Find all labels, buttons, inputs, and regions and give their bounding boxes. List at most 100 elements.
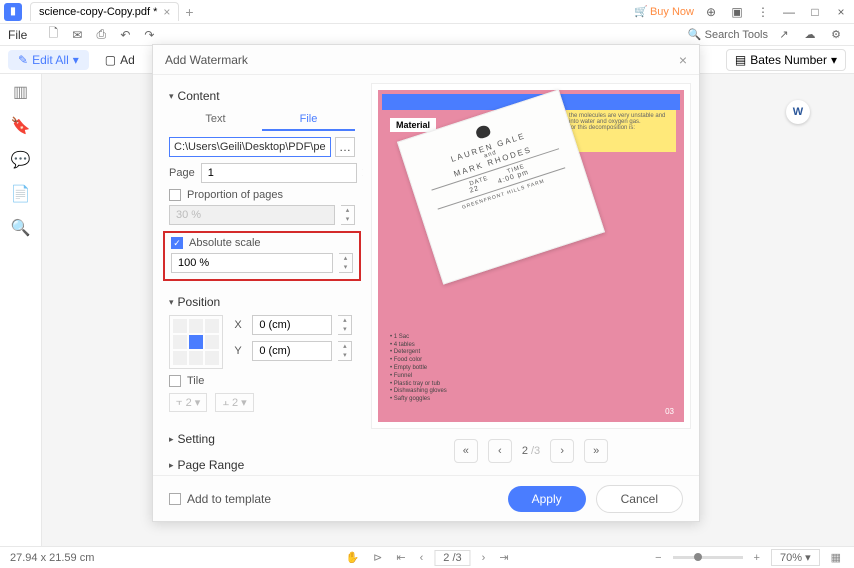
y-label: Y <box>234 345 246 357</box>
select-tool-icon[interactable]: ⊳ <box>370 551 385 564</box>
caret-right-icon: ▸ <box>169 460 174 471</box>
file-menu[interactable]: File <box>8 28 27 42</box>
caret-down-icon: ▾ <box>169 91 174 102</box>
proportion-spinner: ▴▾ <box>341 205 355 225</box>
setting-section-header[interactable]: ▸Setting <box>169 426 355 452</box>
add-watermark-dialog: Add Watermark × ▾Content Text File … Pag… <box>152 44 700 522</box>
proportion-input <box>169 205 335 225</box>
proportion-label: Proportion of pages <box>187 189 283 201</box>
share-icon[interactable]: ↗ <box>774 25 794 45</box>
minimize-button[interactable]: — <box>780 3 798 21</box>
pager-last-button[interactable]: » <box>584 439 608 463</box>
absolute-scale-spinner[interactable]: ▴▾ <box>339 253 353 273</box>
preview-page-number: 03 <box>665 407 674 416</box>
gift-icon[interactable]: ⊕ <box>702 3 720 21</box>
dialog-form-panel: ▾Content Text File … Page ▴▾ Proportion … <box>153 75 363 475</box>
caret-right-icon: ▸ <box>169 434 174 445</box>
y-spinner[interactable]: ▴▾ <box>338 341 352 361</box>
dialog-footer: Add to template Apply Cancel <box>153 475 699 521</box>
pager-first-button[interactable]: « <box>454 439 478 463</box>
save-icon[interactable]: 🗋 <box>43 25 63 45</box>
undo-icon[interactable]: ↶ <box>115 25 135 45</box>
search-tools[interactable]: 🔍 Search Tools <box>688 28 768 41</box>
edit-all-button[interactable]: ✎ Edit All ▾ <box>8 50 89 70</box>
add-template-checkbox[interactable] <box>169 493 181 505</box>
preview-note: the molecules are very unstable andinto … <box>566 110 676 152</box>
page-label: Page <box>169 167 195 179</box>
print-icon[interactable]: ⎙ <box>91 25 111 45</box>
bookmark-icon[interactable]: 🔖 <box>11 116 31 136</box>
pager-total: /3 <box>531 445 540 457</box>
add-template-label: Add to template <box>187 492 271 506</box>
dialog-header: Add Watermark × <box>153 45 699 75</box>
absolute-scale-highlight: ✓ Absolute scale ▴▾ <box>163 231 361 281</box>
proportion-checkbox[interactable] <box>169 189 181 201</box>
add-tab-button[interactable]: + <box>185 4 193 20</box>
y-input[interactable] <box>252 341 332 361</box>
maximize-button[interactable]: □ <box>806 3 824 21</box>
menubar: File 🗋 ✉ ⎙ ↶ ↷ 🔍 Search Tools ↗ ☁ ⚙ <box>0 24 854 46</box>
add-button[interactable]: ▢ Ad <box>97 50 143 70</box>
cancel-button[interactable]: Cancel <box>596 485 683 513</box>
watermark-preview: the molecules are very unstable andinto … <box>371 83 691 429</box>
titlebar: ▮ science-copy-Copy.pdf * × + 🛒 Buy Now … <box>0 0 854 24</box>
buy-now-label: Buy Now <box>650 6 694 18</box>
position-grid[interactable] <box>169 315 223 369</box>
next-page-icon[interactable]: › <box>479 552 489 564</box>
position-section-header[interactable]: ▾Position <box>169 289 355 315</box>
close-button[interactable]: × <box>832 3 850 21</box>
x-input[interactable] <box>252 315 332 335</box>
attachment-icon[interactable]: 📄 <box>11 184 31 204</box>
fit-page-icon[interactable]: ▦ <box>828 551 844 564</box>
absolute-scale-label: Absolute scale <box>189 237 261 249</box>
preview-list: • 1 Sac • 4 tables • Detergent • Food co… <box>390 334 447 404</box>
page-input[interactable] <box>201 163 357 183</box>
statusbar: 27.94 x 21.59 cm ✋ ⊳ ⇤ ‹ 2 /3 › ⇥ − + 70… <box>0 546 854 568</box>
page-range-section-header[interactable]: ▸Page Range <box>169 452 355 475</box>
position-center[interactable] <box>189 335 203 349</box>
preview-materials-label: Material <box>390 118 436 132</box>
close-icon[interactable]: × <box>163 5 170 19</box>
hand-tool-icon[interactable]: ✋ <box>342 551 362 564</box>
dialog-close-icon[interactable]: × <box>679 52 687 68</box>
tab-title: science-copy-Copy.pdf * <box>39 6 157 18</box>
settings-icon[interactable]: ⚙ <box>826 25 846 45</box>
zoom-in-icon[interactable]: + <box>751 552 763 564</box>
prev-page-icon[interactable]: ‹ <box>417 552 427 564</box>
absolute-scale-input[interactable] <box>171 253 333 273</box>
absolute-scale-checkbox[interactable]: ✓ <box>171 237 183 249</box>
content-section-header[interactable]: ▾Content <box>169 83 355 109</box>
tile-checkbox[interactable] <box>169 375 181 387</box>
account-icon[interactable]: ▣ <box>728 3 746 21</box>
x-label: X <box>234 319 246 331</box>
zoom-level[interactable]: 70% ▾ <box>771 549 820 566</box>
tile-label: Tile <box>187 375 204 387</box>
redo-icon[interactable]: ↷ <box>139 25 159 45</box>
search-icon[interactable]: 🔍 <box>11 218 31 238</box>
x-spinner[interactable]: ▴▾ <box>338 315 352 335</box>
first-page-icon[interactable]: ⇤ <box>393 551 408 564</box>
tab-text[interactable]: Text <box>169 109 262 131</box>
apply-button[interactable]: Apply <box>508 486 586 512</box>
thumbnails-icon[interactable]: ▥ <box>11 82 31 102</box>
comment-icon[interactable]: 💬 <box>11 150 31 170</box>
cloud-icon[interactable]: ☁ <box>800 25 820 45</box>
document-tab[interactable]: science-copy-Copy.pdf * × <box>30 2 179 21</box>
dialog-title: Add Watermark <box>165 53 248 67</box>
pager-next-button[interactable]: › <box>550 439 574 463</box>
zoom-slider[interactable] <box>673 556 743 559</box>
pager-prev-button[interactable]: ‹ <box>488 439 512 463</box>
more-icon[interactable]: ⋮ <box>754 3 772 21</box>
app-icon: ▮ <box>4 3 22 21</box>
file-path-input[interactable] <box>169 137 331 157</box>
mail-icon[interactable]: ✉ <box>67 25 87 45</box>
last-page-icon[interactable]: ⇥ <box>496 551 511 564</box>
buy-now-link[interactable]: 🛒 Buy Now <box>634 5 694 18</box>
preview-pager: « ‹ 2 /3 › » <box>371 429 691 467</box>
page-indicator[interactable]: 2 /3 <box>434 550 470 566</box>
browse-button[interactable]: … <box>335 137 355 157</box>
zoom-out-icon[interactable]: − <box>652 552 664 564</box>
sidebar: ▥ 🔖 💬 📄 🔍 <box>0 74 42 546</box>
tab-file[interactable]: File <box>262 109 355 131</box>
tile-horizontal-button: ⫠ 2 ▾ <box>215 393 253 412</box>
